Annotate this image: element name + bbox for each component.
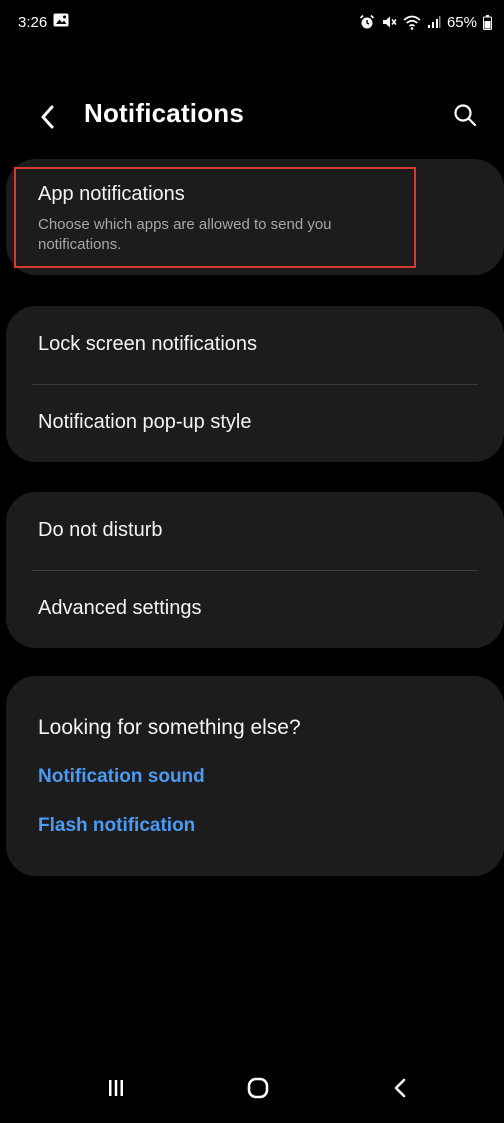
status-right: 65% xyxy=(359,14,492,31)
signal-icon xyxy=(427,15,441,29)
looking-for-card: Looking for something else? Notification… xyxy=(6,676,504,876)
advanced-settings-item[interactable]: Advanced settings xyxy=(6,570,504,648)
battery-icon xyxy=(483,14,492,30)
home-button[interactable] xyxy=(228,1060,288,1116)
looking-for-heading: Looking for something else? xyxy=(38,716,301,739)
mute-icon xyxy=(381,14,397,30)
lock-screen-notifications-item[interactable]: Lock screen notifications xyxy=(6,306,504,384)
search-button[interactable] xyxy=(448,98,482,132)
do-not-disturb-label: Do not disturb xyxy=(38,519,163,541)
home-icon xyxy=(247,1077,269,1099)
app-notifications-card[interactable]: App notifications Choose which apps are … xyxy=(6,159,504,275)
status-time: 3:26 xyxy=(18,13,48,31)
status-left: 3:26 xyxy=(18,13,69,31)
recent-apps-button[interactable] xyxy=(86,1060,146,1116)
notification-sound-link[interactable]: Notification sound xyxy=(38,766,205,788)
alarm-icon xyxy=(359,14,375,30)
flash-notification-link[interactable]: Flash notification xyxy=(38,815,195,837)
app-notifications-subtitle: Choose which apps are allowed to send yo… xyxy=(38,216,332,253)
back-icon xyxy=(394,1078,406,1098)
app-notifications-title: App notifications xyxy=(38,183,185,205)
page-title: Notifications xyxy=(84,98,245,128)
search-icon xyxy=(454,104,477,127)
status-bar: 3:26 65% xyxy=(0,0,504,44)
advanced-settings-label: Advanced settings xyxy=(38,597,202,619)
nav-back-button[interactable] xyxy=(370,1060,430,1116)
dnd-advanced-card: Do not disturb Advanced settings xyxy=(6,492,504,648)
navigation-bar xyxy=(0,1048,504,1123)
wifi-icon xyxy=(403,15,421,30)
lock-popup-card: Lock screen notifications Notification p… xyxy=(6,306,504,462)
image-icon xyxy=(53,13,69,31)
notification-popup-style-label: Notification pop-up style xyxy=(38,411,252,433)
back-button[interactable] xyxy=(32,100,62,134)
lock-screen-notifications-label: Lock screen notifications xyxy=(38,333,258,355)
chevron-left-icon xyxy=(41,105,54,129)
app-header: Notifications xyxy=(0,84,504,148)
do-not-disturb-item[interactable]: Do not disturb xyxy=(6,492,504,570)
notification-popup-style-item[interactable]: Notification pop-up style xyxy=(6,384,504,462)
recent-apps-icon xyxy=(109,1080,123,1096)
battery-percent: 65% xyxy=(446,13,477,31)
